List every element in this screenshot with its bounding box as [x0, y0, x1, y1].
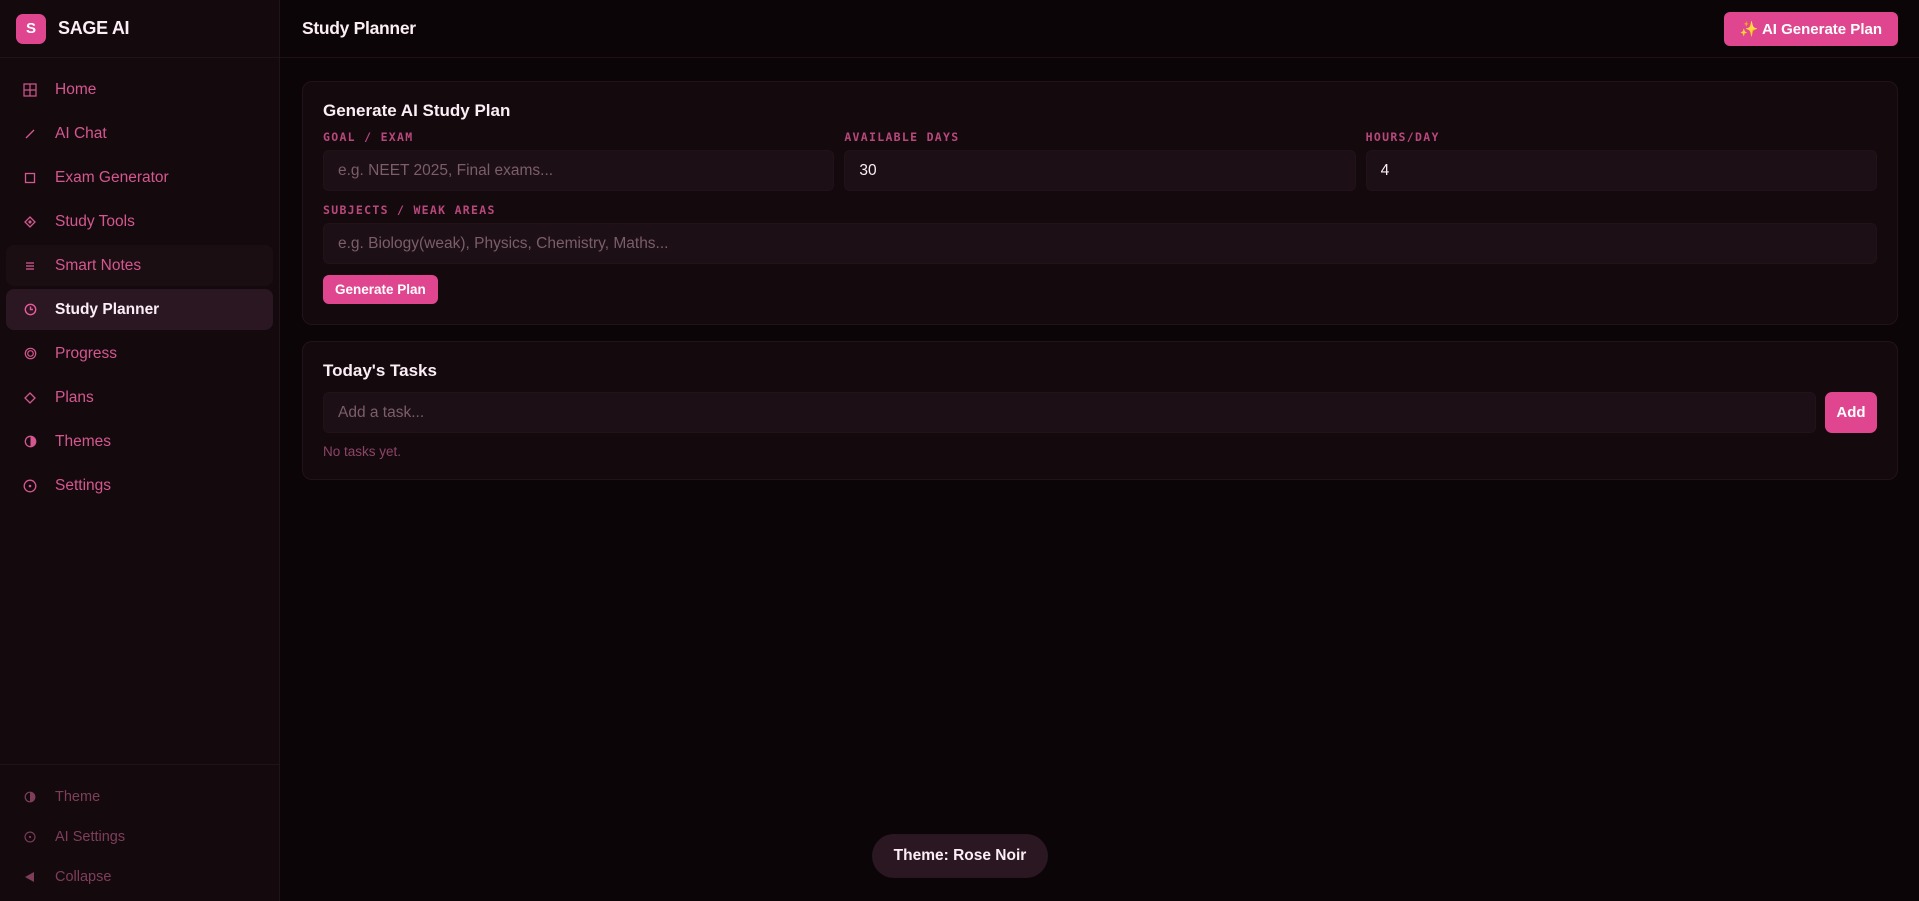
- footer-ai-settings[interactable]: AI Settings: [0, 817, 279, 857]
- page-title: Study Planner: [302, 18, 416, 38]
- sidebar: S SAGE AI Home AI Chat Exam Generator St…: [0, 0, 280, 901]
- lines-icon: [19, 255, 41, 277]
- target-icon: [19, 343, 41, 365]
- app-root: S SAGE AI Home AI Chat Exam Generator St…: [0, 0, 1919, 901]
- hours-input[interactable]: [1365, 150, 1877, 191]
- subjects-field-group: SUBJECTS / WEAK AREAS: [323, 203, 1877, 264]
- sidebar-item-themes[interactable]: Themes: [6, 421, 273, 462]
- sidebar-item-label: Smart Notes: [55, 256, 142, 274]
- sidebar-item-label: Home: [55, 80, 97, 98]
- sidebar-item-ai-chat[interactable]: AI Chat: [6, 113, 273, 154]
- square-icon: [19, 167, 41, 189]
- hours-label: HOURS/DAY: [1365, 130, 1440, 144]
- days-input[interactable]: [844, 150, 1356, 191]
- sidebar-item-label: Study Planner: [55, 300, 160, 318]
- sidebar-item-label: Progress: [55, 344, 118, 362]
- diamond-icon: [19, 211, 41, 233]
- footer-theme[interactable]: Theme: [0, 777, 279, 817]
- diamond-outline-icon: [19, 387, 41, 409]
- sidebar-item-exam-generator[interactable]: Exam Generator: [6, 157, 273, 198]
- circle-dot-icon: [19, 826, 41, 848]
- sidebar-nav: Home AI Chat Exam Generator Study Tools: [0, 58, 279, 506]
- sidebar-item-label: Themes: [55, 432, 111, 450]
- todays-tasks-card: Today's Tasks Add No tasks yet.: [302, 341, 1898, 480]
- sidebar-item-settings[interactable]: Settings: [6, 465, 273, 506]
- theme-toast: Theme: Rose Noir: [872, 834, 1048, 878]
- subjects-label: SUBJECTS / WEAK AREAS: [323, 203, 496, 217]
- contrast-icon: [19, 431, 41, 453]
- brand-name: SAGE AI: [58, 18, 130, 38]
- topbar: Study Planner ✨ AI Generate Plan: [280, 0, 1919, 58]
- empty-tasks-message: No tasks yet.: [323, 444, 402, 459]
- sidebar-item-progress[interactable]: Progress: [6, 333, 273, 374]
- brand-logo: S: [16, 13, 46, 44]
- hours-field-group: HOURS/DAY: [1365, 130, 1877, 191]
- task-input[interactable]: [323, 392, 1816, 433]
- days-field-group: AVAILABLE DAYS: [844, 130, 1356, 191]
- footer-label: Theme: [55, 789, 101, 805]
- goal-label: GOAL / EXAM: [323, 130, 414, 144]
- footer-label: AI Settings: [55, 829, 126, 845]
- card-title: Today's Tasks: [323, 361, 437, 380]
- sidebar-item-label: AI Chat: [55, 124, 107, 142]
- clock-icon: [19, 299, 41, 321]
- triangle-left-icon: [19, 866, 41, 888]
- main-content: Study Planner ✨ AI Generate Plan Generat…: [280, 0, 1919, 901]
- subjects-input[interactable]: [323, 223, 1877, 264]
- sidebar-item-label: Exam Generator: [55, 168, 169, 186]
- generate-plan-card: Generate AI Study Plan GOAL / EXAM AVAIL…: [302, 81, 1898, 325]
- footer-collapse[interactable]: Collapse: [0, 857, 279, 897]
- goal-field-group: GOAL / EXAM: [323, 130, 835, 191]
- circle-dot-icon: [19, 475, 41, 497]
- sidebar-item-study-tools[interactable]: Study Tools: [6, 201, 273, 242]
- sidebar-item-label: Study Tools: [55, 212, 135, 230]
- footer-label: Collapse: [55, 869, 112, 885]
- sidebar-item-label: Settings: [55, 476, 112, 494]
- arrow-icon: [19, 123, 41, 145]
- brand: S SAGE AI: [0, 0, 279, 58]
- add-task-row: Add: [323, 392, 1877, 433]
- sidebar-item-label: Plans: [55, 388, 94, 406]
- contrast-icon: [19, 786, 41, 808]
- sidebar-item-smart-notes[interactable]: Smart Notes: [6, 245, 273, 286]
- plan-fields-row: GOAL / EXAM AVAILABLE DAYS HOURS/DAY: [323, 130, 1877, 191]
- ai-generate-plan-button[interactable]: ✨ AI Generate Plan: [1723, 11, 1898, 46]
- sidebar-item-plans[interactable]: Plans: [6, 377, 273, 418]
- add-task-button[interactable]: Add: [1825, 392, 1877, 433]
- goal-input[interactable]: [323, 150, 835, 191]
- sidebar-footer: Theme AI Settings Collapse: [0, 764, 279, 901]
- grid-icon: [19, 79, 41, 101]
- card-title: Generate AI Study Plan: [323, 101, 511, 120]
- days-label: AVAILABLE DAYS: [844, 130, 960, 144]
- generate-plan-button[interactable]: Generate Plan: [323, 275, 438, 304]
- sidebar-item-home[interactable]: Home: [6, 69, 273, 110]
- sidebar-item-study-planner[interactable]: Study Planner: [6, 289, 273, 330]
